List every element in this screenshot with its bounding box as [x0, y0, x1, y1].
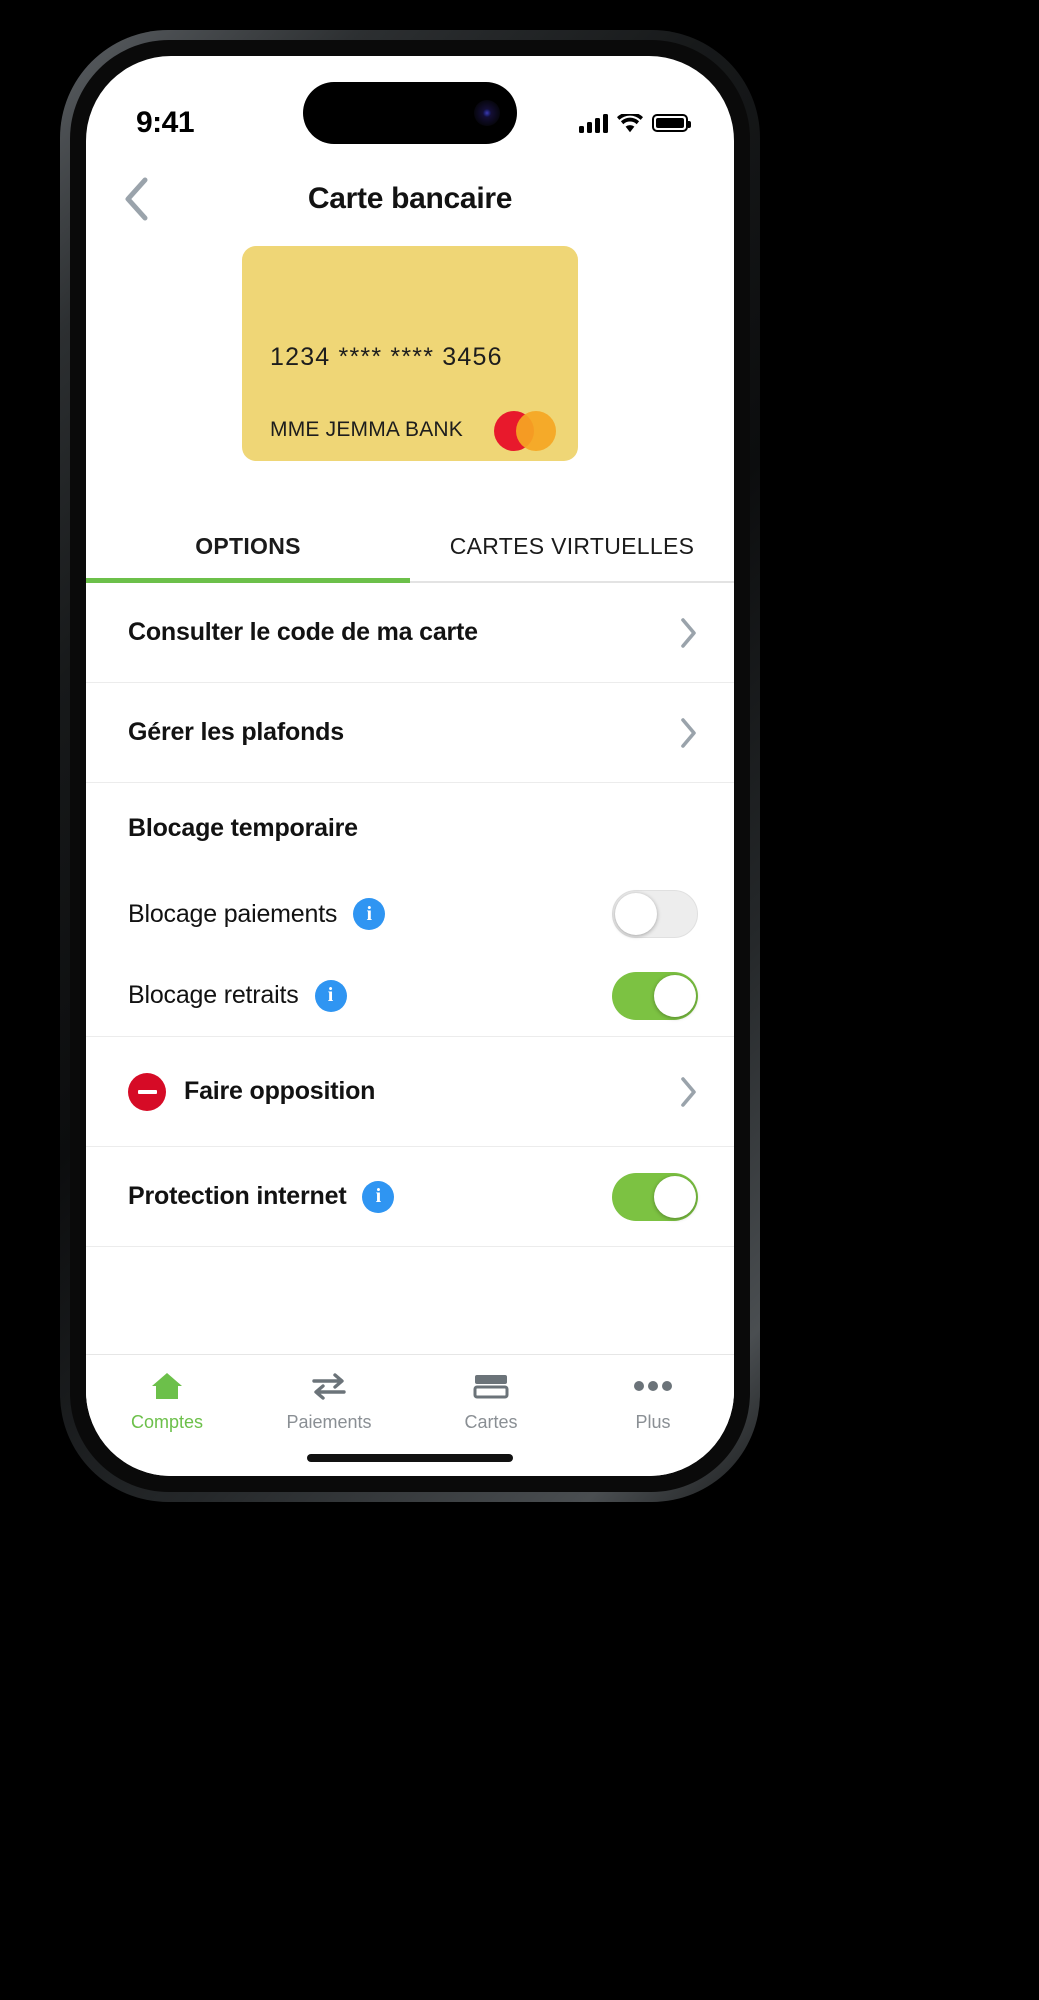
list-item-blocage-retraits: Blocage retraits i — [86, 955, 734, 1037]
info-circle-icon[interactable]: i — [314, 979, 347, 1012]
transfer-icon — [311, 1369, 347, 1403]
list-item-protection-internet: Protection internet i — [86, 1147, 734, 1247]
mastercard-logo — [494, 411, 556, 451]
group-header-label: Blocage temporaire — [128, 813, 358, 842]
info-circle-icon[interactable]: i — [353, 898, 386, 930]
toggle-knob — [654, 974, 696, 1017]
screenshot-root: 9:41 Carte bancaire 1234 **** **** 3456 … — [0, 0, 1039, 2000]
toggle-knob — [654, 1175, 696, 1218]
list-item-label: Consulter le code de ma carte — [128, 618, 478, 646]
card-number: 1234 **** **** 3456 — [270, 343, 503, 371]
chevron-left-icon — [125, 177, 148, 221]
nav-item-paiements[interactable]: Paiements — [248, 1369, 410, 1433]
list-item-faire-opposition[interactable]: Faire opposition — [86, 1037, 734, 1147]
info-circle-icon[interactable]: i — [362, 1180, 395, 1213]
back-button[interactable] — [108, 171, 164, 227]
chevron-right-icon — [680, 617, 698, 649]
options-list: Consulter le code de ma carte Gérer les … — [86, 583, 734, 1253]
list-item-label: Gérer les plafonds — [128, 718, 344, 746]
nav-item-label: Cartes — [464, 1412, 518, 1432]
status-icon-group — [579, 113, 691, 133]
group-header-blocage-temporaire: Blocage temporaire — [86, 783, 734, 873]
list-item-label: Protection internet — [128, 1182, 347, 1210]
status-clock: 9:41 — [136, 106, 195, 139]
page-title: Carte bancaire — [307, 182, 513, 215]
chevron-right-icon — [680, 1076, 698, 1108]
nav-item-label: Comptes — [130, 1412, 204, 1432]
cellular-bars-icon — [579, 113, 608, 133]
tab-options[interactable]: OPTIONS — [86, 511, 410, 583]
wifi-icon — [617, 113, 643, 133]
phone-frame: 9:41 Carte bancaire 1234 **** **** 3456 … — [60, 30, 760, 1502]
toggle-blocage-retraits[interactable] — [612, 971, 698, 1020]
nav-item-plus[interactable]: Plus — [572, 1369, 734, 1433]
home-indicator[interactable] — [307, 1454, 513, 1462]
nav-item-comptes[interactable]: Comptes — [86, 1369, 248, 1433]
list-item-gerer-plafonds[interactable]: Gérer les plafonds — [86, 683, 734, 783]
card-holder-name: MME JEMMA BANK — [270, 418, 463, 441]
nav-item-cartes[interactable]: Cartes — [410, 1369, 572, 1433]
toggle-protection-internet[interactable] — [612, 1172, 698, 1221]
nav-header: Carte bancaire — [86, 156, 734, 242]
list-item-label: Blocage retraits — [128, 981, 299, 1009]
nav-item-label: Plus — [635, 1412, 671, 1432]
list-item-label: Faire opposition — [184, 1077, 376, 1105]
tab-cartes-virtuelles[interactable]: CARTES VIRTUELLES — [410, 511, 734, 581]
list-item-label: Blocage paiements — [128, 899, 338, 928]
list-item-blocage-paiements: Blocage paiements i — [86, 873, 734, 955]
list-item-consulter-code[interactable]: Consulter le code de ma carte — [86, 583, 734, 683]
battery-full-icon — [652, 114, 691, 132]
tab-bar: OPTIONS CARTES VIRTUELLES — [86, 511, 734, 583]
chevron-right-icon — [680, 717, 698, 749]
toggle-knob — [615, 893, 657, 935]
phone-bezel: 9:41 Carte bancaire 1234 **** **** 3456 … — [70, 40, 750, 1492]
front-camera-icon — [474, 100, 500, 126]
bank-card-container: 1234 **** **** 3456 MME JEMMA BANK — [86, 246, 734, 461]
bank-card[interactable]: 1234 **** **** 3456 MME JEMMA BANK — [242, 246, 578, 461]
phone-screen: 9:41 Carte bancaire 1234 **** **** 3456 … — [86, 56, 734, 1476]
nav-item-label: Paiements — [286, 1412, 372, 1432]
dynamic-island — [303, 82, 517, 144]
toggle-blocage-paiements[interactable] — [612, 890, 698, 938]
card-icon — [473, 1369, 509, 1403]
home-icon — [150, 1369, 184, 1403]
more-dots-icon — [633, 1369, 673, 1403]
stop-sign-icon — [128, 1072, 166, 1111]
